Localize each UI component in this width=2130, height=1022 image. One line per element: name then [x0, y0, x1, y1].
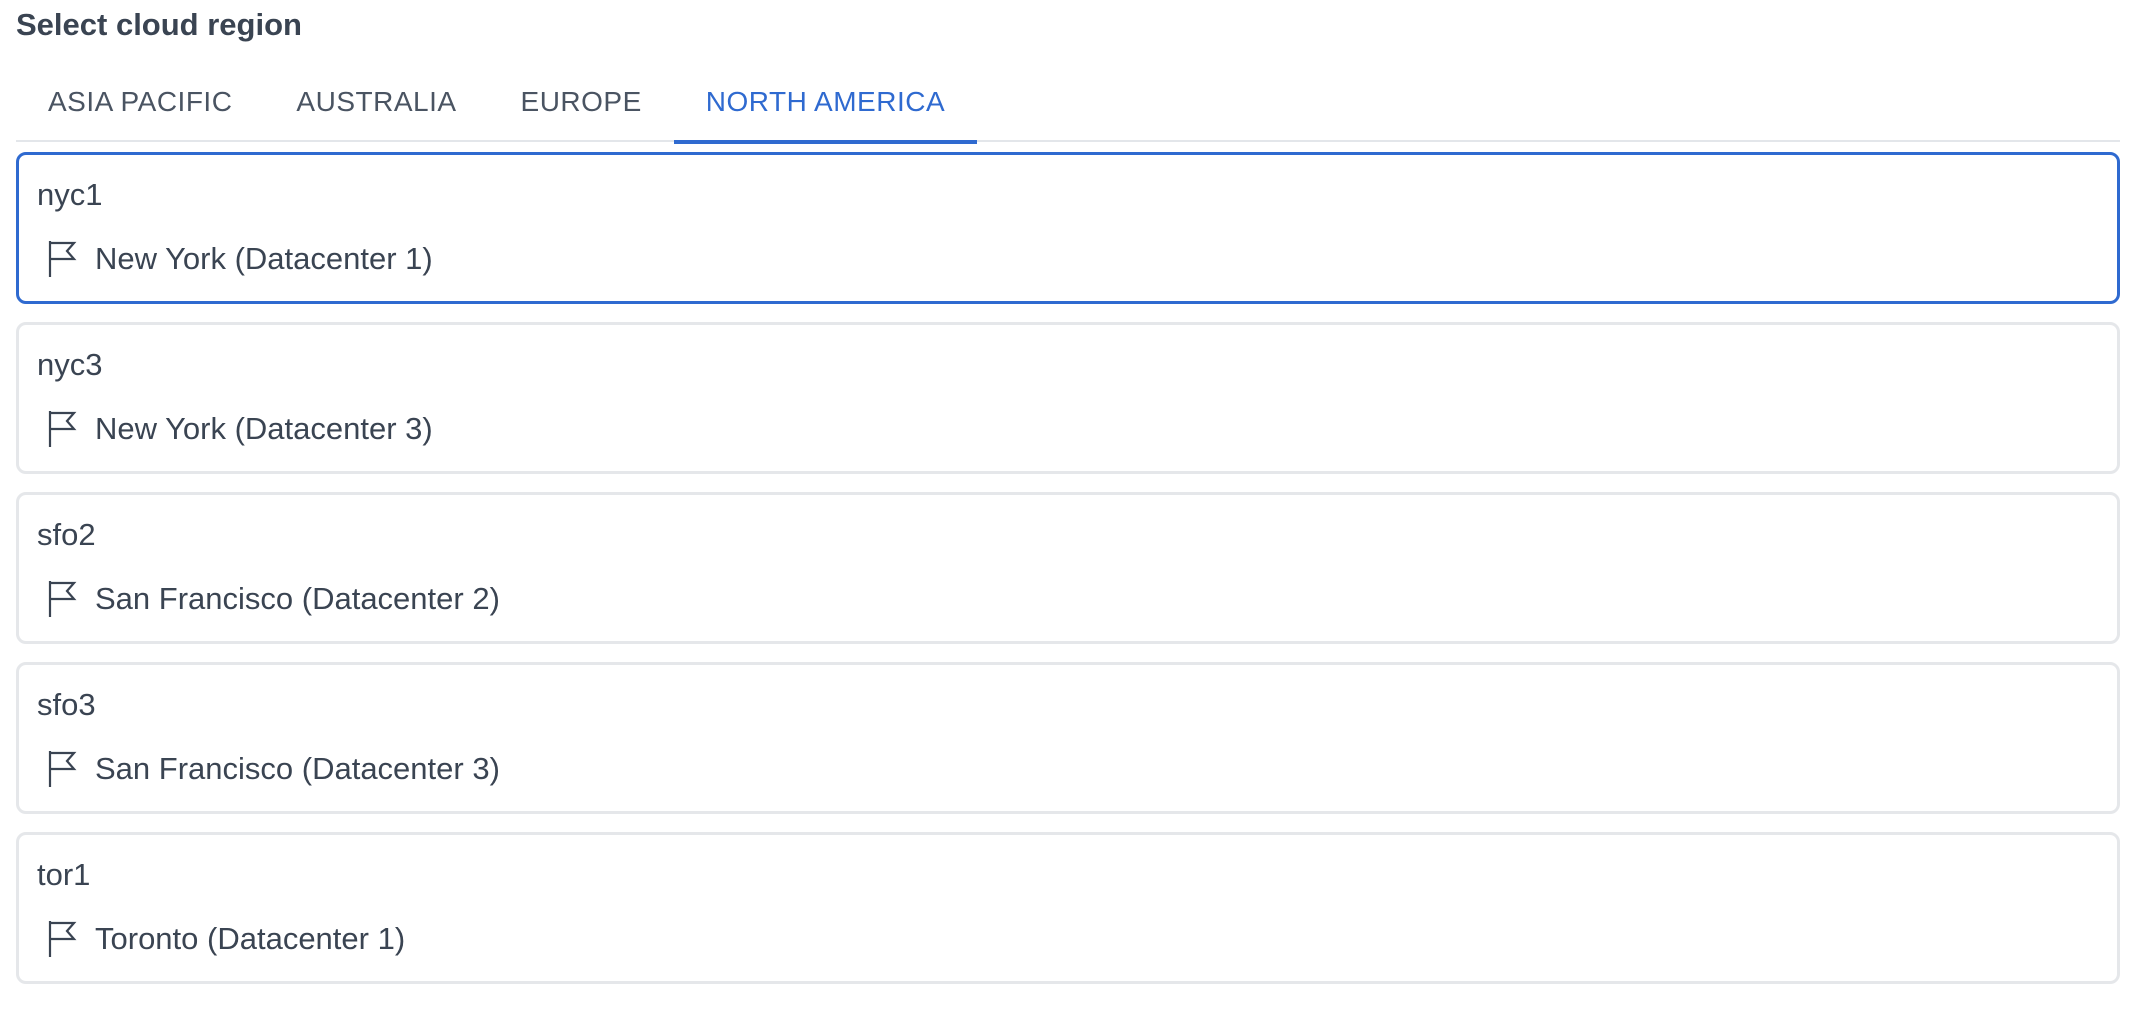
tab-australia[interactable]: AUSTRALIA	[264, 76, 488, 142]
flag-icon	[48, 751, 77, 787]
section-title: Select cloud region	[16, 7, 302, 42]
tab-europe[interactable]: EUROPE	[489, 76, 674, 142]
region-code: sfo2	[37, 517, 96, 552]
region-name: New York (Datacenter 1)	[95, 241, 433, 276]
region-name: Toronto (Datacenter 1)	[95, 921, 406, 956]
region-code: tor1	[37, 857, 91, 892]
region-code: nyc3	[37, 347, 103, 382]
region-card-tor1[interactable]: tor1 Toronto (Datacenter 1)	[16, 832, 2120, 984]
flag-icon	[48, 411, 77, 447]
region-card-nyc3[interactable]: nyc3 New York (Datacenter 3)	[16, 322, 2120, 474]
region-code: nyc1	[37, 177, 103, 212]
region-location: San Francisco (Datacenter 2)	[37, 579, 2117, 619]
region-name: New York (Datacenter 3)	[95, 411, 433, 446]
region-location: Toronto (Datacenter 1)	[37, 919, 2117, 959]
flag-icon	[48, 581, 77, 617]
region-tabs: ASIA PACIFIC AUSTRALIA EUROPE NORTH AMER…	[16, 76, 2120, 144]
region-location: New York (Datacenter 3)	[37, 409, 2117, 449]
region-location: New York (Datacenter 1)	[37, 239, 2117, 279]
region-list: nyc1 New York (Datacenter 1) nyc3 New Yo…	[16, 152, 2120, 984]
flag-icon	[48, 921, 77, 957]
region-code: sfo3	[37, 687, 96, 722]
region-card-nyc1[interactable]: nyc1 New York (Datacenter 1)	[16, 152, 2120, 304]
flag-icon	[48, 241, 77, 277]
region-card-sfo3[interactable]: sfo3 San Francisco (Datacenter 3)	[16, 662, 2120, 814]
tab-north-america[interactable]: NORTH AMERICA	[673, 76, 978, 144]
tab-asia-pacific[interactable]: ASIA PACIFIC	[16, 76, 264, 142]
region-card-sfo2[interactable]: sfo2 San Francisco (Datacenter 2)	[16, 492, 2120, 644]
region-name: San Francisco (Datacenter 3)	[95, 751, 500, 786]
region-location: San Francisco (Datacenter 3)	[37, 749, 2117, 789]
cloud-region-selector: Select cloud region ASIA PACIFIC AUSTRAL…	[0, 0, 2130, 1022]
region-name: San Francisco (Datacenter 2)	[95, 581, 500, 616]
